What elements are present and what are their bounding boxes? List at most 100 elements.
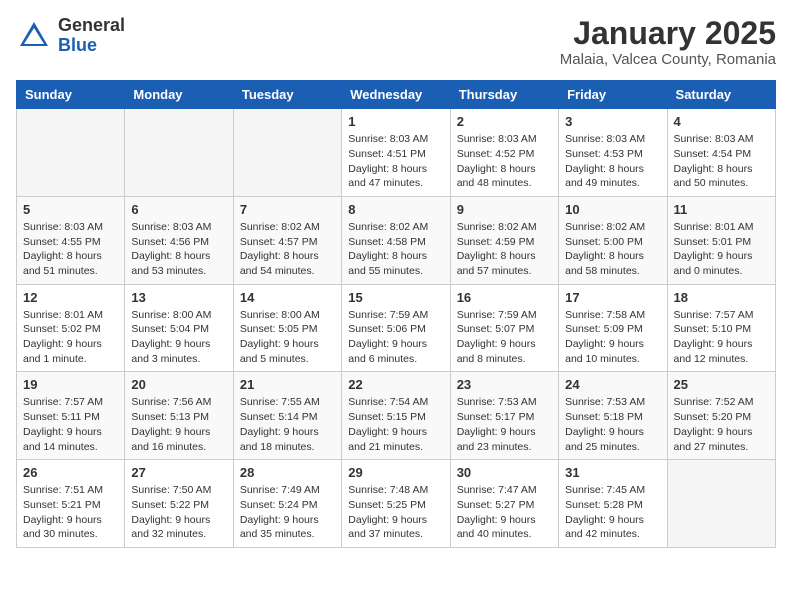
- calendar-week-row: 1 Sunrise: 8:03 AM Sunset: 4:51 PM Daylig…: [17, 109, 776, 197]
- calendar-cell: 23 Sunrise: 7:53 AM Sunset: 5:17 PM Dayli…: [450, 372, 558, 460]
- calendar-cell: 26Sunrise: 7:51 AM Sunset: 5:21 PM Dayli…: [17, 460, 125, 548]
- calendar-cell: 20 Sunrise: 7:56 AM Sunset: 5:13 PM Dayli…: [125, 372, 233, 460]
- day-number: 26: [23, 465, 118, 480]
- calendar-cell: 12 Sunrise: 8:01 AM Sunset: 5:02 PM Dayli…: [17, 284, 125, 372]
- calendar-cell: 3Sunrise: 8:03 AM Sunset: 4:53 PM Daylig…: [559, 109, 667, 197]
- calendar-cell: 24 Sunrise: 7:53 AM Sunset: 5:18 PM Dayli…: [559, 372, 667, 460]
- calendar-cell: [17, 109, 125, 197]
- day-info: Sunrise: 8:02 AM Sunset: 5:00 PM Dayligh…: [565, 220, 660, 279]
- calendar-table: SundayMondayTuesdayWednesdayThursdayFrid…: [16, 80, 776, 548]
- calendar-cell: 5 Sunrise: 8:03 AM Sunset: 4:55 PM Daylig…: [17, 196, 125, 284]
- day-info: Sunrise: 7:50 AM Sunset: 5:22 PM Dayligh…: [131, 483, 226, 542]
- day-number: 10: [565, 202, 660, 217]
- day-number: 4: [674, 114, 769, 129]
- day-number: 14: [240, 290, 335, 305]
- day-number: 2: [457, 114, 552, 129]
- day-info: Sunrise: 7:53 AM Sunset: 5:18 PM Dayligh…: [565, 395, 660, 454]
- day-number: 5: [23, 202, 118, 217]
- day-info: Sunrise: 7:59 AM Sunset: 5:07 PM Dayligh…: [457, 308, 552, 367]
- day-info: Sunrise: 8:02 AM Sunset: 4:58 PM Dayligh…: [348, 220, 443, 279]
- calendar-cell: 22Sunrise: 7:54 AM Sunset: 5:15 PM Dayli…: [342, 372, 450, 460]
- day-info: Sunrise: 7:56 AM Sunset: 5:13 PM Dayligh…: [131, 395, 226, 454]
- calendar-cell: 2 Sunrise: 8:03 AM Sunset: 4:52 PM Daylig…: [450, 109, 558, 197]
- calendar-cell: 13Sunrise: 8:00 AM Sunset: 5:04 PM Dayli…: [125, 284, 233, 372]
- day-info: Sunrise: 8:03 AM Sunset: 4:54 PM Dayligh…: [674, 132, 769, 191]
- day-number: 11: [674, 202, 769, 217]
- day-number: 30: [457, 465, 552, 480]
- column-header-monday: Monday: [125, 81, 233, 109]
- day-info: Sunrise: 7:54 AM Sunset: 5:15 PM Dayligh…: [348, 395, 443, 454]
- logo-icon: [16, 18, 52, 54]
- calendar-cell: 27 Sunrise: 7:50 AM Sunset: 5:22 PM Dayli…: [125, 460, 233, 548]
- day-info: Sunrise: 7:47 AM Sunset: 5:27 PM Dayligh…: [457, 483, 552, 542]
- day-number: 16: [457, 290, 552, 305]
- day-info: Sunrise: 8:01 AM Sunset: 5:01 PM Dayligh…: [674, 220, 769, 279]
- calendar-cell: 21 Sunrise: 7:55 AM Sunset: 5:14 PM Dayli…: [233, 372, 341, 460]
- day-info: Sunrise: 8:02 AM Sunset: 4:57 PM Dayligh…: [240, 220, 335, 279]
- day-number: 18: [674, 290, 769, 305]
- logo: General Blue: [16, 16, 125, 56]
- calendar-week-row: 12 Sunrise: 8:01 AM Sunset: 5:02 PM Dayli…: [17, 284, 776, 372]
- calendar-cell: 8 Sunrise: 8:02 AM Sunset: 4:58 PM Daylig…: [342, 196, 450, 284]
- day-number: 23: [457, 377, 552, 392]
- calendar-cell: 4 Sunrise: 8:03 AM Sunset: 4:54 PM Daylig…: [667, 109, 775, 197]
- day-number: 21: [240, 377, 335, 392]
- page-header: General Blue January 2025 Malaia, Valcea…: [16, 16, 776, 68]
- day-info: Sunrise: 7:58 AM Sunset: 5:09 PM Dayligh…: [565, 308, 660, 367]
- day-number: 6: [131, 202, 226, 217]
- calendar-cell: 28 Sunrise: 7:49 AM Sunset: 5:24 PM Dayli…: [233, 460, 341, 548]
- calendar-cell: [125, 109, 233, 197]
- column-header-sunday: Sunday: [17, 81, 125, 109]
- day-info: Sunrise: 7:53 AM Sunset: 5:17 PM Dayligh…: [457, 395, 552, 454]
- day-number: 8: [348, 202, 443, 217]
- logo-text: General Blue: [58, 16, 125, 56]
- day-info: Sunrise: 7:55 AM Sunset: 5:14 PM Dayligh…: [240, 395, 335, 454]
- day-info: Sunrise: 7:57 AM Sunset: 5:11 PM Dayligh…: [23, 395, 118, 454]
- day-info: Sunrise: 8:03 AM Sunset: 4:56 PM Dayligh…: [131, 220, 226, 279]
- calendar-cell: 7Sunrise: 8:02 AM Sunset: 4:57 PM Daylig…: [233, 196, 341, 284]
- day-number: 29: [348, 465, 443, 480]
- calendar-cell: 17Sunrise: 7:58 AM Sunset: 5:09 PM Dayli…: [559, 284, 667, 372]
- column-header-thursday: Thursday: [450, 81, 558, 109]
- day-info: Sunrise: 8:03 AM Sunset: 4:55 PM Dayligh…: [23, 220, 118, 279]
- calendar-week-row: 5 Sunrise: 8:03 AM Sunset: 4:55 PM Daylig…: [17, 196, 776, 284]
- calendar-cell: 25Sunrise: 7:52 AM Sunset: 5:20 PM Dayli…: [667, 372, 775, 460]
- day-number: 19: [23, 377, 118, 392]
- day-info: Sunrise: 8:03 AM Sunset: 4:52 PM Dayligh…: [457, 132, 552, 191]
- day-number: 1: [348, 114, 443, 129]
- day-number: 13: [131, 290, 226, 305]
- calendar-cell: 14 Sunrise: 8:00 AM Sunset: 5:05 PM Dayli…: [233, 284, 341, 372]
- day-info: Sunrise: 8:00 AM Sunset: 5:05 PM Dayligh…: [240, 308, 335, 367]
- day-info: Sunrise: 7:57 AM Sunset: 5:10 PM Dayligh…: [674, 308, 769, 367]
- column-header-saturday: Saturday: [667, 81, 775, 109]
- day-info: Sunrise: 7:49 AM Sunset: 5:24 PM Dayligh…: [240, 483, 335, 542]
- logo-blue-text: Blue: [58, 36, 125, 56]
- day-info: Sunrise: 7:45 AM Sunset: 5:28 PM Dayligh…: [565, 483, 660, 542]
- location-title: Malaia, Valcea County, Romania: [560, 51, 776, 68]
- day-number: 3: [565, 114, 660, 129]
- calendar-cell: 31 Sunrise: 7:45 AM Sunset: 5:28 PM Dayli…: [559, 460, 667, 548]
- day-number: 31: [565, 465, 660, 480]
- calendar-cell: 10 Sunrise: 8:02 AM Sunset: 5:00 PM Dayli…: [559, 196, 667, 284]
- column-header-wednesday: Wednesday: [342, 81, 450, 109]
- column-header-tuesday: Tuesday: [233, 81, 341, 109]
- day-info: Sunrise: 7:48 AM Sunset: 5:25 PM Dayligh…: [348, 483, 443, 542]
- day-number: 24: [565, 377, 660, 392]
- day-info: Sunrise: 8:03 AM Sunset: 4:51 PM Dayligh…: [348, 132, 443, 191]
- day-number: 28: [240, 465, 335, 480]
- day-number: 9: [457, 202, 552, 217]
- day-number: 12: [23, 290, 118, 305]
- calendar-cell: 1 Sunrise: 8:03 AM Sunset: 4:51 PM Daylig…: [342, 109, 450, 197]
- day-number: 15: [348, 290, 443, 305]
- day-number: 20: [131, 377, 226, 392]
- calendar-week-row: 19 Sunrise: 7:57 AM Sunset: 5:11 PM Dayli…: [17, 372, 776, 460]
- calendar-cell: [667, 460, 775, 548]
- calendar-cell: 6 Sunrise: 8:03 AM Sunset: 4:56 PM Daylig…: [125, 196, 233, 284]
- day-info: Sunrise: 8:01 AM Sunset: 5:02 PM Dayligh…: [23, 308, 118, 367]
- calendar-week-row: 26Sunrise: 7:51 AM Sunset: 5:21 PM Dayli…: [17, 460, 776, 548]
- month-title: January 2025: [560, 16, 776, 51]
- calendar-cell: 30 Sunrise: 7:47 AM Sunset: 5:27 PM Dayli…: [450, 460, 558, 548]
- calendar-cell: 15Sunrise: 7:59 AM Sunset: 5:06 PM Dayli…: [342, 284, 450, 372]
- calendar-cell: 11 Sunrise: 8:01 AM Sunset: 5:01 PM Dayli…: [667, 196, 775, 284]
- day-number: 27: [131, 465, 226, 480]
